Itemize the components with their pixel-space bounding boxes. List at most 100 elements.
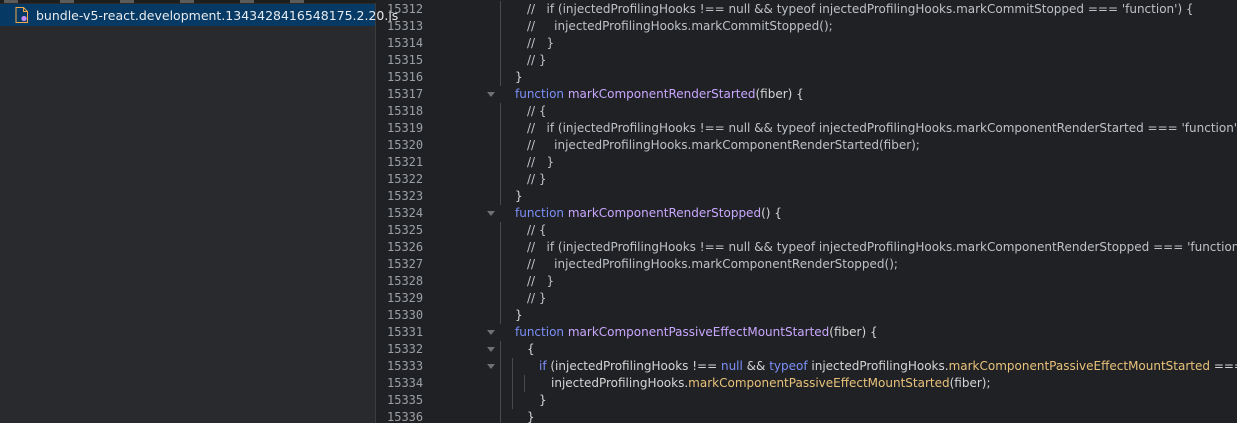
code-line: 15312 // if (injectedProfilingHooks !== n… [377, 1, 1237, 18]
code-token: // injectedProfilingHooks.markComponentR… [527, 138, 920, 152]
code-token: markComponentRenderStopped [567, 206, 762, 220]
code-editor[interactable]: 15312 // if (injectedProfilingHooks !== n… [377, 0, 1237, 423]
code-text: // } [527, 290, 547, 307]
code-text: // injectedProfilingHooks.markComponentR… [527, 137, 920, 154]
indent-guide [500, 1, 501, 86]
code-line: 15329 // } [377, 290, 1237, 307]
code-token: } [527, 410, 535, 423]
code-text: // } [527, 273, 554, 290]
line-number: 15325 [387, 223, 424, 237]
line-number: 15318 [387, 104, 424, 118]
line-number: 15313 [387, 19, 424, 33]
code-line: 15319 // if (injectedProfilingHooks !== n… [377, 120, 1237, 137]
code-token: // } [527, 53, 547, 67]
code-token: injectedProfilingHooks. [811, 359, 949, 373]
code-token: // } [527, 274, 555, 288]
code-token: markComponentPassiveEffectMountStarted [688, 376, 950, 390]
code-line: 15314 // } [377, 35, 1237, 52]
fold-arrow-icon[interactable] [487, 347, 495, 352]
code-line: 15321 // } [377, 154, 1237, 171]
file-tree-item-selected[interactable]: bundle-v5-react.development.134342841654… [0, 4, 398, 26]
line-number: 15335 [387, 393, 424, 407]
fold-arrow-icon[interactable] [487, 211, 495, 216]
code-token: // { [527, 104, 547, 118]
file-navigator: bundle-v5-react.development.134342841654… [0, 0, 398, 423]
code-token: markComponentPassiveEffectMountStarted [948, 359, 1210, 373]
code-text: } [527, 409, 535, 423]
code-token: markComponentPassiveEffectMountStarted [567, 325, 830, 339]
code-text: } [515, 188, 523, 205]
line-number: 15326 [387, 240, 424, 254]
code-line: 15322 // } [377, 171, 1237, 188]
indent-guide [500, 341, 501, 423]
indent-guide [500, 103, 501, 205]
code-text: } [539, 392, 547, 409]
code-text: } [515, 307, 523, 324]
line-number: 15333 [387, 359, 424, 373]
fold-arrow-icon[interactable] [487, 92, 495, 97]
code-text: function markComponentRenderStarted(fibe… [515, 86, 804, 103]
js-file-icon [15, 7, 29, 23]
scrolled-tree-edge [0, 0, 376, 3]
code-text: function markComponentRenderStopped() { [515, 205, 782, 222]
code-token: typeof [769, 359, 812, 373]
code-token: { [527, 342, 535, 356]
fold-arrow-icon[interactable] [487, 364, 495, 369]
code-line: 15323} [377, 188, 1237, 205]
code-line: 15332 { [377, 341, 1237, 358]
code-text: { [527, 341, 535, 358]
code-token: if [539, 359, 551, 373]
code-token: // if (injectedProfilingHooks !== null &… [527, 121, 1237, 135]
line-number: 15328 [387, 274, 424, 288]
code-token: (fiber); [949, 376, 991, 390]
code-text: if (injectedProfilingHooks !== null && t… [539, 358, 1237, 375]
line-number: 15322 [387, 172, 424, 186]
code-token: } [539, 393, 547, 407]
code-line: 15335} [377, 392, 1237, 409]
line-number: 15336 [387, 410, 424, 423]
code-line: 15336} [377, 409, 1237, 423]
fold-arrow-icon[interactable] [487, 330, 495, 335]
code-text: // } [527, 154, 554, 171]
code-line: 15317 function markComponentRenderStarted… [377, 86, 1237, 103]
code-line: 15331 function markComponentPassiveEffect… [377, 324, 1237, 341]
line-number: 15321 [387, 155, 424, 169]
line-number: 15332 [387, 342, 424, 356]
code-token: // } [527, 291, 547, 305]
code-token: null [720, 359, 743, 373]
line-number: 15312 [387, 2, 424, 16]
line-number: 15327 [387, 257, 424, 271]
code-token: // { [527, 223, 547, 237]
line-number: 15315 [387, 53, 424, 67]
code-text: // if (injectedProfilingHooks !== null &… [527, 239, 1237, 256]
code-line: 15325 // { [377, 222, 1237, 239]
code-text: injectedProfilingHooks.markComponentPass… [551, 375, 991, 392]
line-number: 15331 [387, 325, 424, 339]
indent-guide [524, 375, 525, 392]
code-line: 15318 // { [377, 103, 1237, 120]
file-name: bundle-v5-react.development.134342841654… [36, 7, 399, 23]
code-token: markComponentRenderStarted [567, 87, 756, 101]
code-text: // { [527, 222, 547, 239]
code-token: function [515, 325, 568, 339]
code-text: // } [527, 52, 547, 69]
code-line: 15328 // } [377, 273, 1237, 290]
line-number: 15317 [387, 87, 424, 101]
line-number: 15314 [387, 36, 424, 50]
code-token: // injectedProfilingHooks.markCommitStop… [527, 19, 833, 33]
code-text: function markComponentPassiveEffectMount… [515, 324, 878, 341]
code-text: // } [527, 171, 547, 188]
line-number: 15319 [387, 121, 424, 135]
code-text: // injectedProfilingHooks.markCommitStop… [527, 18, 833, 35]
code-line: 15326 // if (injectedProfilingHooks !== n… [377, 239, 1237, 256]
code-line: 15327 // injectedProfilingHooks.markCompo… [377, 256, 1237, 273]
code-text: // injectedProfilingHooks.markComponentR… [527, 256, 898, 273]
line-number: 15316 [387, 70, 424, 84]
line-number: 15329 [387, 291, 424, 305]
code-token: function [515, 87, 568, 101]
code-text: // if (injectedProfilingHooks !== null &… [527, 120, 1237, 137]
line-number: 15334 [387, 376, 424, 390]
code-text: // if (injectedProfilingHooks !== null &… [527, 1, 1194, 18]
code-token: () { [761, 206, 782, 220]
code-token: function [515, 206, 568, 220]
